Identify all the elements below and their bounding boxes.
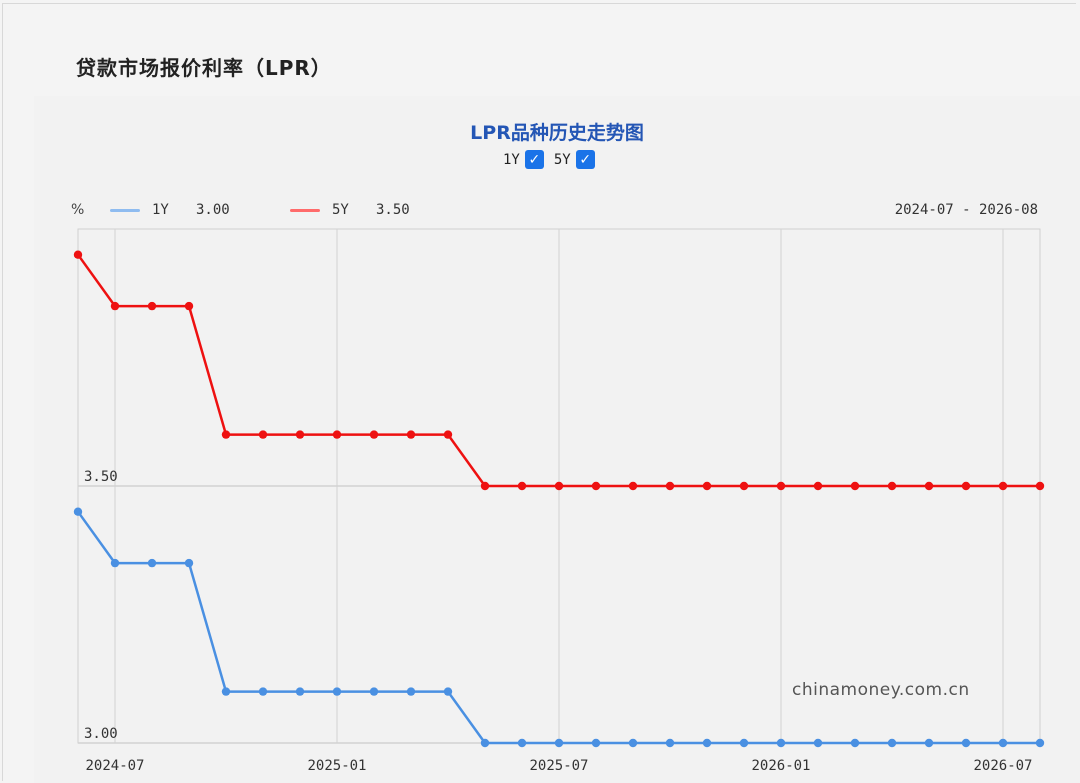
data-point-5y <box>443 430 453 439</box>
data-point-1y <box>369 687 379 696</box>
line-chart: 2024-07 2025-01 2025-07 2026-01 2026-07 3.00 3… <box>73 228 1045 774</box>
data-point-1y <box>998 738 1008 748</box>
data-point-1y <box>702 738 712 748</box>
data-point-5y <box>554 481 564 491</box>
data-point-5y <box>184 301 194 311</box>
data-point-1y <box>517 738 527 748</box>
data-point-5y <box>406 430 416 439</box>
data-point-5y <box>1035 481 1045 491</box>
data-point-1y <box>850 738 860 748</box>
data-point-5y <box>73 250 83 259</box>
data-point-5y <box>887 481 897 491</box>
data-point-1y <box>258 687 268 696</box>
data-point-5y <box>850 481 860 491</box>
data-point-1y <box>554 738 564 748</box>
x-tick-label: 2026-01 <box>751 758 810 774</box>
x-tick-label: 2026-07 <box>973 758 1032 774</box>
data-point-1y <box>110 558 120 568</box>
data-point-5y <box>147 301 157 311</box>
data-point-1y <box>1035 738 1045 748</box>
x-tick-label: 2025-07 <box>529 758 588 774</box>
data-point-1y <box>961 738 971 748</box>
data-point-5y <box>628 481 638 491</box>
data-point-5y <box>258 430 268 439</box>
x-tick-label: 2024-07 <box>85 758 144 774</box>
data-point-1y <box>147 558 157 568</box>
data-point-5y <box>998 481 1008 491</box>
data-point-5y <box>776 481 786 491</box>
data-point-1y <box>295 687 305 696</box>
data-point-1y <box>665 738 675 748</box>
data-point-1y <box>443 687 453 696</box>
data-point-5y <box>591 481 601 491</box>
y-tick-label: 3.50 <box>84 469 118 485</box>
data-point-5y <box>961 481 971 491</box>
data-point-1y <box>813 738 823 748</box>
data-point-1y <box>887 738 897 748</box>
data-point-5y <box>480 481 490 491</box>
data-point-5y <box>665 481 675 491</box>
data-point-5y <box>924 481 934 491</box>
watermark: chinamoney.com.cn <box>792 680 970 700</box>
data-point-5y <box>739 481 749 491</box>
x-tick-label: 2025-01 <box>307 758 366 774</box>
data-point-1y <box>221 687 231 696</box>
data-point-1y <box>184 558 194 568</box>
data-point-1y <box>924 738 934 748</box>
data-point-5y <box>332 430 342 439</box>
data-point-1y <box>739 738 749 748</box>
data-point-1y <box>73 507 83 516</box>
data-point-1y <box>776 738 786 748</box>
data-point-5y <box>702 481 712 491</box>
data-point-5y <box>221 430 231 439</box>
data-point-5y <box>295 430 305 439</box>
data-point-1y <box>332 687 342 696</box>
data-point-1y <box>406 687 416 696</box>
data-point-1y <box>628 738 638 748</box>
data-point-5y <box>813 481 823 491</box>
data-point-1y <box>591 738 601 748</box>
data-point-5y <box>517 481 527 491</box>
data-point-1y <box>480 738 490 748</box>
y-tick-label: 3.00 <box>84 726 118 742</box>
data-point-5y <box>369 430 379 439</box>
data-point-5y <box>110 301 120 311</box>
